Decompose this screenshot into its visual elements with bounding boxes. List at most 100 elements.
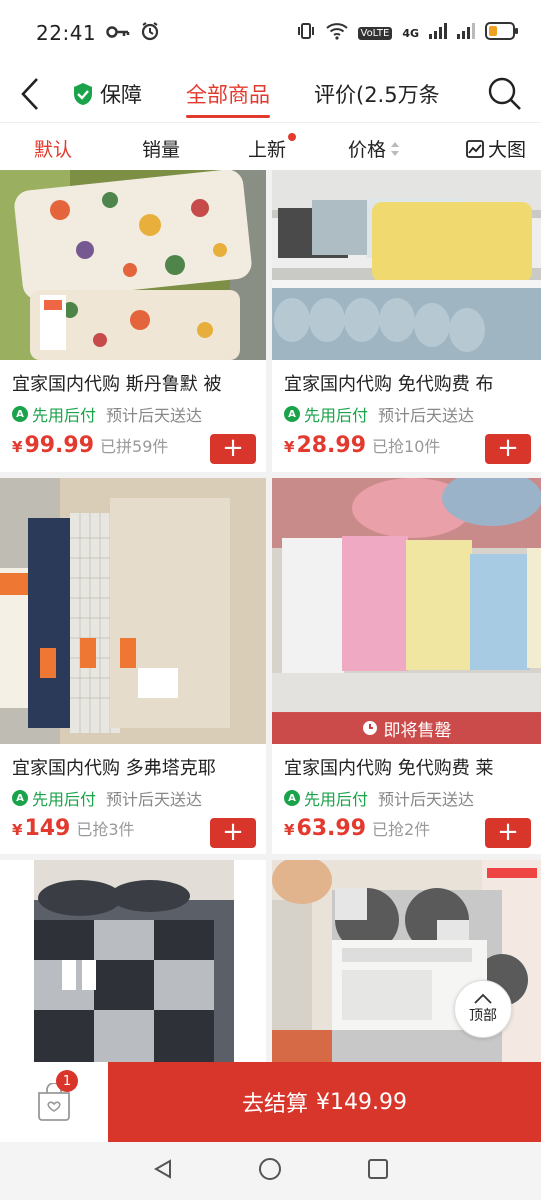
currency-symbol: ¥ xyxy=(12,438,23,456)
search-icon xyxy=(488,77,521,110)
add-to-cart-button[interactable]: + xyxy=(485,818,531,848)
sort-price-label: 价格 xyxy=(348,139,387,161)
shield-icon xyxy=(74,83,92,105)
big-image-toggle[interactable]: 大图 xyxy=(466,135,526,162)
checkout-amount: ¥149.99 xyxy=(316,1089,407,1115)
pay-later-icon: A xyxy=(284,790,300,806)
tab-reviews[interactable]: 评价(2.5万条 xyxy=(314,66,440,122)
pay-later-tag: A 先用后付 xyxy=(12,786,96,810)
sort-default-label: 默认 xyxy=(34,139,73,161)
wifi-icon xyxy=(325,22,348,44)
product-card[interactable]: 即将售罄 宜家国内代购 免代购费 莱 A 先用后付 预计后天送达 ¥ 63.99 … xyxy=(272,478,541,854)
product-card[interactable] xyxy=(0,860,266,1062)
nav-recents-button[interactable] xyxy=(367,1158,389,1184)
pay-later-tag: A 先用后付 xyxy=(284,786,368,810)
product-card[interactable]: 宜家国内代购 多弗塔克耶 A 先用后付 预计后天送达 ¥ 149 已抢3件 + xyxy=(0,478,266,854)
back-arrow-icon xyxy=(21,78,38,110)
add-to-cart-button[interactable]: + xyxy=(210,818,256,848)
price-value: 63.99 xyxy=(296,816,367,841)
checkout-button[interactable]: 去结算 ¥149.99 xyxy=(108,1062,541,1142)
tab-guarantee[interactable]: 保障 xyxy=(72,66,142,122)
product-image[interactable] xyxy=(0,860,266,1062)
product-tags: A 先用后付 预计后天送达 xyxy=(284,786,474,810)
back-to-top-button[interactable]: 顶部 xyxy=(454,980,512,1038)
battery-icon xyxy=(485,22,519,44)
back-to-top-label: 顶部 xyxy=(469,1008,497,1024)
sold-count: 已拼59件 xyxy=(100,437,169,456)
product-title[interactable]: 宜家国内代购 免代购费 布 xyxy=(284,370,532,396)
pay-later-icon: A xyxy=(12,406,28,422)
circle-home-icon xyxy=(259,1158,282,1180)
volte-badge: VoLTE xyxy=(357,26,393,40)
product-card[interactable]: 宜家国内代购 斯丹鲁默 被 A 先用后付 预计后天送达 ¥ 99.99 已拼59件… xyxy=(0,170,266,472)
price-row: ¥ 28.99 已抢10件 xyxy=(284,433,440,458)
vibrate-icon xyxy=(296,21,316,45)
product-tags: A 先用后付 预计后天送达 xyxy=(12,402,202,426)
signal-icon xyxy=(429,23,447,43)
checkout-label: 去结算 xyxy=(242,1092,309,1117)
square-recents-icon xyxy=(367,1159,388,1179)
pay-later-tag: A 先用后付 xyxy=(12,402,96,426)
cart-button[interactable]: 1 xyxy=(0,1062,108,1142)
search-button[interactable] xyxy=(487,76,523,112)
product-title[interactable]: 宜家国内代购 多弗塔克耶 xyxy=(12,754,260,780)
sold-count: 已抢10件 xyxy=(372,437,441,456)
pay-later-icon: A xyxy=(12,790,28,806)
nav-back-button[interactable] xyxy=(152,1158,174,1184)
chevron-up-icon xyxy=(474,993,492,1004)
product-image[interactable] xyxy=(272,170,541,360)
price-value: 99.99 xyxy=(24,433,95,458)
sort-arrows-icon xyxy=(391,141,400,156)
pay-later-label: 先用后付 xyxy=(32,406,97,425)
price-row: ¥ 63.99 已抢2件 xyxy=(284,816,430,841)
pay-later-label: 先用后付 xyxy=(304,406,369,425)
sort-new[interactable]: 上新 xyxy=(248,133,297,162)
price-row: ¥ 149 已抢3件 xyxy=(12,816,135,841)
product-title[interactable]: 宜家国内代购 免代购费 莱 xyxy=(284,754,532,780)
clock-icon xyxy=(362,721,377,735)
price-value: 28.99 xyxy=(296,433,367,458)
big-image-label: 大图 xyxy=(488,139,527,161)
system-nav-bar xyxy=(0,1142,541,1200)
network-label: 4G xyxy=(402,26,419,40)
add-to-cart-button[interactable]: + xyxy=(485,434,531,464)
tab-all-products-label: 全部商品 xyxy=(186,83,270,107)
cart-count-badge: 1 xyxy=(56,1070,78,1092)
pay-later-tag: A 先用后付 xyxy=(284,402,368,426)
product-image[interactable]: 即将售罄 xyxy=(272,478,541,744)
status-bar: 22:41 VoLTE 4G xyxy=(0,0,541,66)
product-title[interactable]: 宜家国内代购 斯丹鲁默 被 xyxy=(12,370,260,396)
delivery-estimate: 预计后天送达 xyxy=(378,790,475,809)
sort-price[interactable]: 价格 xyxy=(348,135,400,162)
tab-guarantee-label: 保障 xyxy=(100,83,142,107)
sold-count: 已抢3件 xyxy=(76,820,135,839)
sort-default[interactable]: 默认 xyxy=(34,135,72,162)
product-card[interactable]: 宜家国内代购 免代购费 布 A 先用后付 预计后天送达 ¥ 28.99 已抢10件… xyxy=(272,170,541,472)
sort-new-label: 上新 xyxy=(248,139,287,161)
tab-all-products[interactable]: 全部商品 xyxy=(186,66,270,122)
status-time: 22:41 xyxy=(36,21,97,45)
price-value: 149 xyxy=(24,816,71,841)
active-tab-underline xyxy=(186,115,270,118)
alarm-icon xyxy=(140,21,160,45)
currency-symbol: ¥ xyxy=(12,821,23,839)
top-nav-bar: 保障 全部商品 评价(2.5万条 xyxy=(0,66,541,122)
product-tags: A 先用后付 预计后天送达 xyxy=(12,786,202,810)
sort-sales-label: 销量 xyxy=(142,139,181,161)
signal-icon-2 xyxy=(457,23,475,43)
sort-sales[interactable]: 销量 xyxy=(142,135,180,162)
add-to-cart-button[interactable]: + xyxy=(210,434,256,464)
triangle-back-icon xyxy=(154,1159,172,1179)
back-button[interactable] xyxy=(0,66,60,122)
chart-image-icon xyxy=(466,139,484,158)
sold-out-soon-tag: 即将售罄 xyxy=(272,712,541,744)
product-image[interactable] xyxy=(0,478,266,744)
sold-count: 已抢2件 xyxy=(372,820,431,839)
delivery-estimate: 预计后天送达 xyxy=(106,406,203,425)
currency-symbol: ¥ xyxy=(284,821,295,839)
sort-bar: 默认 销量 上新 价格 大图 xyxy=(0,122,541,170)
nav-home-button[interactable] xyxy=(258,1157,282,1185)
tab-reviews-label: 评价(2.5万条 xyxy=(314,83,440,107)
product-image[interactable] xyxy=(0,170,266,360)
product-tags: A 先用后付 预计后天送达 xyxy=(284,402,474,426)
